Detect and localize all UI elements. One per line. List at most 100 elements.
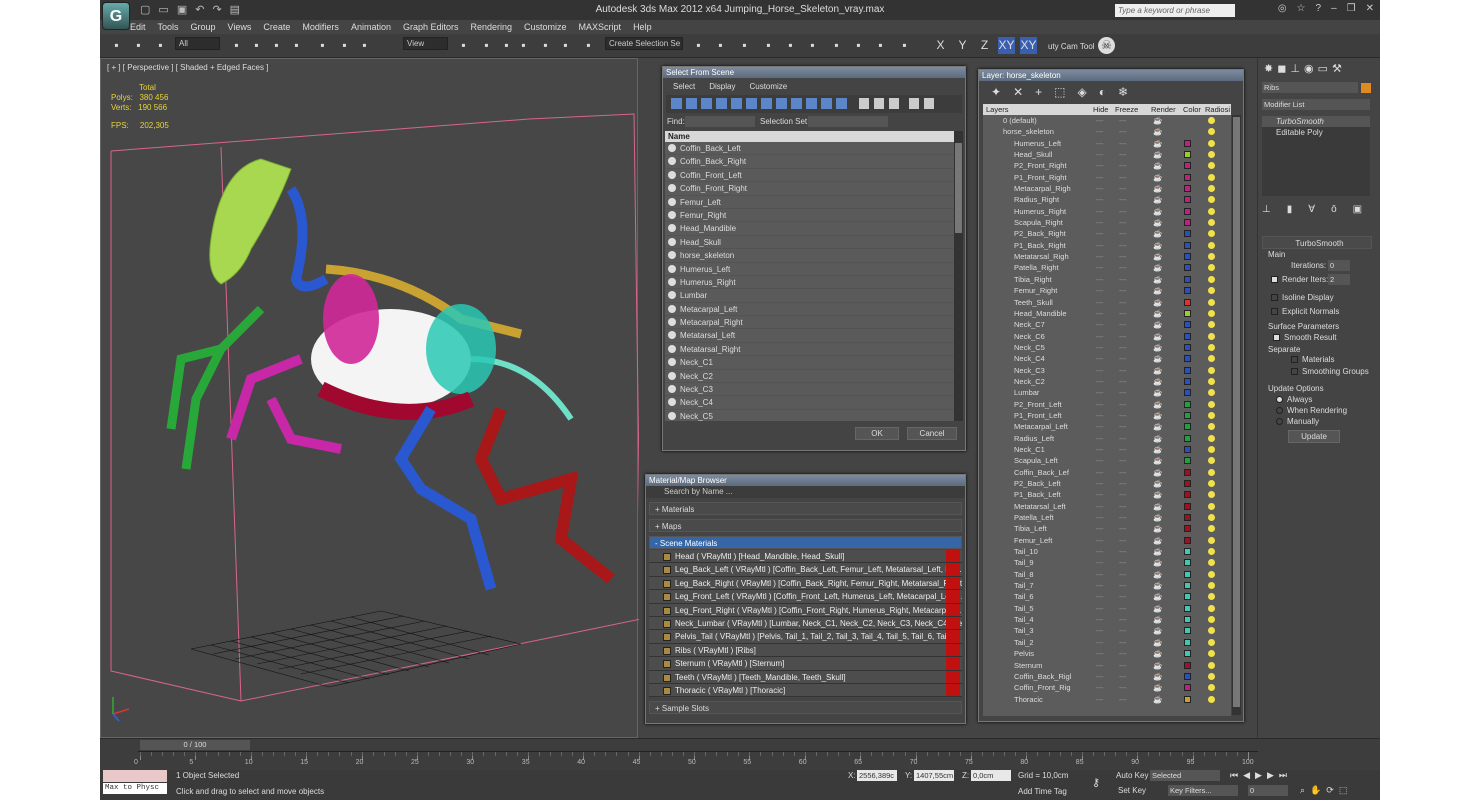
render-toggle-icon[interactable]: ☕ xyxy=(1153,603,1162,614)
render-toggle-icon[interactable]: ☕ xyxy=(1153,342,1162,353)
render-toggle-icon[interactable]: ☕ xyxy=(1153,399,1162,410)
hide-toggle[interactable]: --- xyxy=(1096,331,1104,342)
menu-animation[interactable]: Animation xyxy=(351,22,391,32)
freeze-toggle[interactable]: --- xyxy=(1119,149,1127,160)
modify-tab-icon[interactable]: ◼ xyxy=(1277,62,1286,75)
hide-toggle[interactable]: --- xyxy=(1096,410,1104,421)
object-color-swatch[interactable] xyxy=(1184,480,1191,487)
render-toggle-icon[interactable]: ☕ xyxy=(1153,546,1162,557)
menu-graph-editors[interactable]: Graph Editors xyxy=(403,22,459,32)
layer-object-row[interactable]: Head_Mandible --- --- ☕ xyxy=(983,308,1231,319)
hide-toggle[interactable]: --- xyxy=(1096,115,1104,126)
object-color-swatch[interactable] xyxy=(1184,287,1191,295)
smoothing-groups-checkbox[interactable] xyxy=(1291,368,1298,375)
align-icon[interactable]: ▪ xyxy=(712,37,729,54)
sample-slots-rollout[interactable]: + Sample Slots xyxy=(649,701,962,715)
object-color-swatch[interactable] xyxy=(1184,650,1191,658)
radiosity-bulb-icon[interactable] xyxy=(1208,525,1215,533)
hide-toggle[interactable]: --- xyxy=(1096,648,1104,659)
axis-constraint-z[interactable]: Z xyxy=(976,37,993,54)
layer-object-row[interactable]: Tail_3 --- --- ☕ xyxy=(983,625,1231,636)
object-color-swatch[interactable] xyxy=(1184,434,1191,442)
layer-object-row[interactable]: Coffin_Back_Lef --- --- ☕ xyxy=(983,467,1231,478)
layer-manager-icon[interactable]: ▪ xyxy=(736,37,753,54)
layer-column-render[interactable]: Render xyxy=(1151,105,1176,114)
freeze-toggle[interactable]: --- xyxy=(1119,251,1127,262)
object-list[interactable]: Name Coffin_Back_Left Coffin_Back_Right Co… xyxy=(665,131,954,421)
freeze-toggle[interactable]: --- xyxy=(1119,603,1127,614)
play-icon[interactable]: ▶ xyxy=(1255,770,1262,781)
render-toggle-icon[interactable]: ☕ xyxy=(1153,625,1162,636)
radiosity-bulb-icon[interactable] xyxy=(1208,672,1215,680)
hide-toggle[interactable]: --- xyxy=(1096,285,1104,296)
render-toggle-icon[interactable]: ☕ xyxy=(1153,308,1162,319)
stack-turbosmooth[interactable]: TurboSmooth xyxy=(1262,116,1370,127)
select-scale-icon[interactable]: ▪ xyxy=(356,37,373,54)
freeze-toggle[interactable]: --- xyxy=(1119,421,1127,432)
menu-group[interactable]: Group xyxy=(191,22,216,32)
freeze-toggle[interactable]: --- xyxy=(1119,455,1127,466)
object-color-swatch[interactable] xyxy=(1184,309,1191,317)
render-toggle-icon[interactable]: ☕ xyxy=(1153,660,1162,671)
layer-object-row[interactable]: P2_Front_Left --- --- ☕ xyxy=(983,399,1231,410)
render-toggle-icon[interactable]: ☕ xyxy=(1153,319,1162,330)
freeze-toggle[interactable]: --- xyxy=(1119,501,1127,512)
render-toggle-icon[interactable]: ☕ xyxy=(1153,160,1162,171)
render-toggle-icon[interactable]: ☕ xyxy=(1153,489,1162,500)
radiosity-bulb-icon[interactable] xyxy=(1208,128,1215,136)
freeze-toggle[interactable]: --- xyxy=(1119,387,1127,398)
radiosity-bulb-icon[interactable] xyxy=(1208,139,1215,147)
freeze-toggle[interactable]: --- xyxy=(1119,285,1127,296)
application-button[interactable]: G xyxy=(102,2,130,30)
render-toggle-icon[interactable]: ☕ xyxy=(1153,614,1162,625)
freeze-toggle[interactable]: --- xyxy=(1119,319,1127,330)
selection-set-dropdown[interactable] xyxy=(808,116,888,127)
radiosity-bulb-icon[interactable] xyxy=(1208,468,1215,476)
freeze-toggle[interactable]: --- xyxy=(1119,625,1127,636)
layer-row[interactable]: 0 (default) --- --- ☕ xyxy=(983,115,1231,126)
render-toggle-icon[interactable]: ☕ xyxy=(1153,535,1162,546)
list-item[interactable]: Coffin_Back_Right xyxy=(665,155,954,169)
sfs-menu-customize[interactable]: Customize xyxy=(749,82,787,91)
render-toggle-icon[interactable]: ☕ xyxy=(1153,387,1162,398)
layer-object-row[interactable]: Coffin_Back_Rigl --- --- ☕ xyxy=(983,671,1231,682)
object-color-swatch[interactable] xyxy=(1184,377,1191,385)
render-toggle-icon[interactable]: ☕ xyxy=(1153,115,1162,126)
object-color-swatch[interactable] xyxy=(1184,536,1191,544)
freeze-toggle[interactable]: --- xyxy=(1119,353,1127,364)
render-toggle-icon[interactable]: ☕ xyxy=(1153,501,1162,512)
freeze-toggle[interactable]: --- xyxy=(1119,160,1127,171)
key-icon[interactable]: ⚷ xyxy=(1092,776,1100,789)
freeze-toggle[interactable]: --- xyxy=(1119,569,1127,580)
list-item[interactable]: Neck_C5 xyxy=(665,410,954,421)
layer-object-row[interactable]: Femur_Left --- --- ☕ xyxy=(983,535,1231,546)
freeze-toggle[interactable]: --- xyxy=(1119,342,1127,353)
freeze-toggle[interactable]: --- xyxy=(1119,331,1127,342)
hide-toggle[interactable]: --- xyxy=(1096,240,1104,251)
hide-toggle[interactable]: --- xyxy=(1096,433,1104,444)
freeze-toggle[interactable]: --- xyxy=(1119,138,1127,149)
freeze-toggle[interactable]: --- xyxy=(1119,671,1127,682)
add-to-layer-icon[interactable]: + xyxy=(1035,85,1042,99)
render-toggle-icon[interactable]: ☕ xyxy=(1153,444,1162,455)
render-toggle-icon[interactable]: ☕ xyxy=(1153,671,1162,682)
render-toggle-icon[interactable]: ☕ xyxy=(1153,410,1162,421)
layer-object-row[interactable]: Teeth_Skull --- --- ☕ xyxy=(983,297,1231,308)
layer-column-color[interactable]: Color xyxy=(1183,105,1201,114)
remove-modifier-icon[interactable]: ō xyxy=(1331,204,1337,215)
unlink-icon[interactable]: ▪ xyxy=(130,37,147,54)
render-iters-checkbox[interactable] xyxy=(1271,276,1278,283)
axis-constraint-x[interactable]: X xyxy=(932,37,949,54)
render-toggle-icon[interactable]: ☕ xyxy=(1153,206,1162,217)
object-name-field[interactable]: Ribs xyxy=(1262,82,1358,93)
configure-sets-icon[interactable]: ▣ xyxy=(1353,204,1362,215)
layer-object-row[interactable]: Neck_C5 --- --- ☕ xyxy=(983,342,1231,353)
object-color-swatch[interactable] xyxy=(1184,616,1191,624)
object-color-swatch[interactable] xyxy=(1184,627,1191,635)
hide-toggle[interactable]: --- xyxy=(1096,399,1104,410)
radiosity-bulb-icon[interactable] xyxy=(1208,343,1215,351)
layer-row[interactable]: horse_skeleton --- --- ☕ xyxy=(983,126,1231,137)
object-color-swatch[interactable] xyxy=(1184,219,1191,227)
add-time-tag[interactable]: Add Time Tag xyxy=(1018,787,1067,796)
hide-toggle[interactable]: --- xyxy=(1096,138,1104,149)
